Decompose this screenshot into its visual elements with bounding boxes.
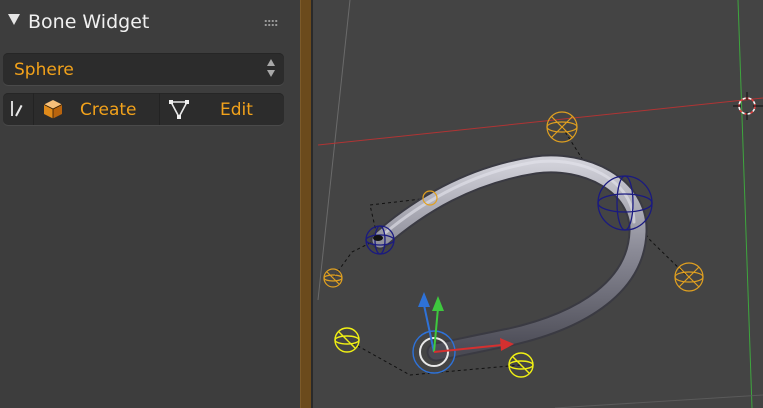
3d-viewport[interactable] <box>313 0 763 408</box>
selected-control-sphere[interactable] <box>508 352 534 378</box>
create-button[interactable]: Create <box>34 93 160 125</box>
selected-control-sphere[interactable] <box>334 327 360 353</box>
create-button-label: Create <box>80 100 137 120</box>
cube-icon <box>43 100 63 119</box>
edit-button[interactable]: Edit <box>160 93 284 125</box>
3d-cursor-icon[interactable] <box>733 92 763 120</box>
tube-mesh <box>372 156 646 360</box>
edit-toggle-button[interactable] <box>3 93 34 125</box>
viewport-scene <box>317 0 763 408</box>
dropdown-selected-value: Sphere <box>14 60 74 80</box>
x-axis-line <box>317 97 763 146</box>
drag-grip-icon[interactable] <box>264 19 278 27</box>
y-axis-line <box>737 0 753 408</box>
yellow-control-sphere[interactable] <box>674 262 704 292</box>
up-down-arrows-icon <box>267 59 277 79</box>
widget-button-row: Create Edit <box>3 93 284 125</box>
yellow-control-sphere[interactable] <box>323 268 343 288</box>
grid-line <box>554 394 763 408</box>
yellow-control-sphere[interactable] <box>546 111 578 143</box>
edit-button-label: Edit <box>220 100 253 120</box>
widget-shape-dropdown[interactable]: Sphere <box>3 53 284 85</box>
tube-mesh-shadow <box>370 154 648 362</box>
triangle-down-icon[interactable] <box>8 14 20 25</box>
grid-line <box>317 0 351 301</box>
vertex-triangle-icon <box>169 100 189 119</box>
panel-title: Bone Widget <box>28 11 150 33</box>
checkbox-edit-icon <box>11 101 27 116</box>
region-divider[interactable] <box>300 0 313 408</box>
panel-header[interactable]: Bone Widget <box>0 0 300 44</box>
bone-widget-panel: Bone Widget Sphere Create Edit <box>0 0 300 408</box>
tube-end-cap <box>373 235 383 241</box>
